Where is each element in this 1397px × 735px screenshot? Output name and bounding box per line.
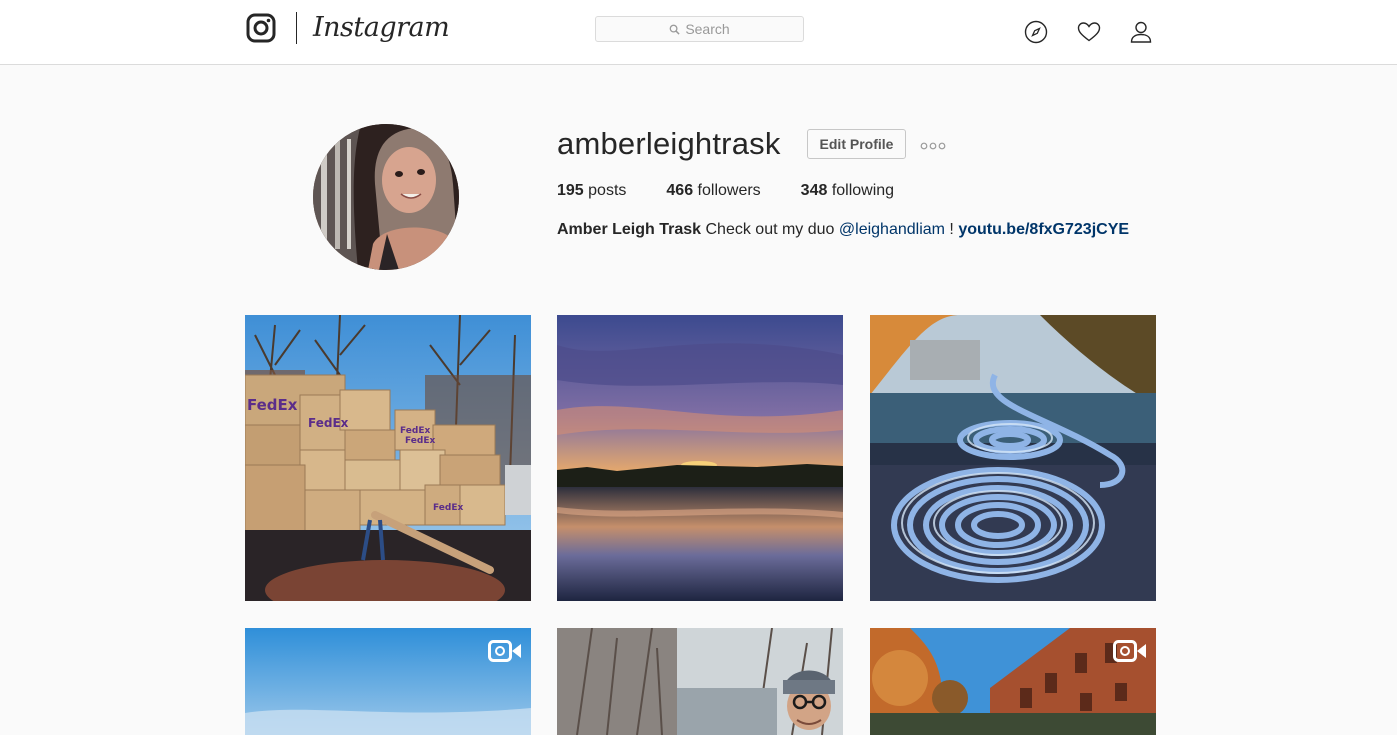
- svg-text:FedEx: FedEx: [405, 436, 435, 446]
- following-stat[interactable]: 348 following: [801, 180, 894, 202]
- edit-profile-button[interactable]: Edit Profile: [807, 129, 906, 159]
- bio-text: Check out my duo: [701, 221, 839, 238]
- profile-stats: 195 posts 466 followers 348 following: [557, 180, 934, 202]
- post-image-boxes: FedEx FedEx FedEx FedEx FedEx: [245, 315, 531, 601]
- posts-label: posts: [583, 182, 627, 199]
- bio-full-name: Amber Leigh Trask: [557, 221, 702, 238]
- bio-external-link[interactable]: youtu.be/8fxG723jCYE: [958, 221, 1129, 238]
- logo-divider: [296, 12, 297, 44]
- followers-count: 466: [666, 182, 694, 199]
- profile-avatar[interactable]: [313, 124, 459, 270]
- post-image-rope: [870, 315, 1156, 601]
- post-thumbnail[interactable]: [870, 628, 1156, 735]
- post-image-portrait: [557, 628, 843, 735]
- posts-count: 195: [557, 182, 584, 199]
- video-camera-icon: [1113, 639, 1147, 663]
- svg-text:FedEx: FedEx: [308, 416, 349, 430]
- person-icon[interactable]: [1128, 19, 1154, 45]
- svg-text:FedEx: FedEx: [400, 426, 430, 436]
- svg-text:FedEx: FedEx: [247, 396, 298, 414]
- followers-label: followers: [693, 182, 761, 199]
- search-icon: [669, 24, 680, 35]
- search-input[interactable]: Search: [595, 16, 804, 42]
- compass-icon[interactable]: [1023, 19, 1049, 45]
- post-thumbnail[interactable]: [245, 628, 531, 735]
- following-count: 348: [800, 182, 828, 199]
- top-navigation-bar: Instagram Search: [0, 0, 1397, 65]
- bio-mention-link[interactable]: @leighandliam: [839, 221, 945, 238]
- post-thumbnail[interactable]: FedEx FedEx FedEx FedEx FedEx: [245, 315, 531, 601]
- profile-bio: Amber Leigh Trask Check out my duo @leig…: [557, 219, 1129, 241]
- post-image-sunset: [557, 315, 843, 601]
- post-thumbnail[interactable]: [557, 628, 843, 735]
- following-label: following: [827, 182, 895, 199]
- video-camera-icon: [488, 639, 522, 663]
- search-placeholder: Search: [685, 21, 730, 37]
- heart-icon[interactable]: [1076, 19, 1102, 45]
- instagram-glyph-icon[interactable]: [246, 13, 276, 43]
- post-thumbnail[interactable]: [870, 315, 1156, 601]
- svg-text:FedEx: FedEx: [433, 503, 463, 513]
- ellipsis-icon[interactable]: [920, 138, 946, 150]
- bio-text-after: !: [944, 221, 959, 238]
- instagram-wordmark[interactable]: Instagram: [313, 10, 450, 46]
- followers-stat[interactable]: 466 followers: [666, 180, 760, 202]
- posts-stat: 195 posts: [557, 180, 626, 202]
- profile-username: amberleightrask: [557, 126, 781, 161]
- post-thumbnail[interactable]: [557, 315, 843, 601]
